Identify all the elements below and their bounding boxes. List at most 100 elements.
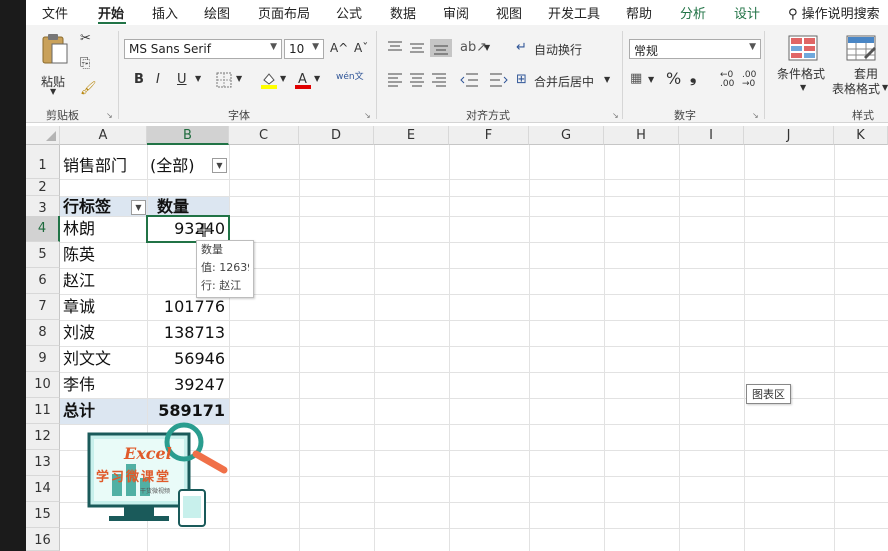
column-header-f[interactable]: F	[449, 126, 529, 145]
pivot-filter-value[interactable]: (全部)	[150, 153, 195, 178]
tab-analyze[interactable]: 分析	[680, 3, 706, 22]
row-label-cell[interactable]: 赵江	[63, 268, 95, 293]
tab-page-layout[interactable]: 页面布局	[258, 3, 310, 22]
worksheet-grid[interactable]: A B C D E F G H I J K 1 2 3 4 5 6 7 8 9 …	[26, 126, 888, 551]
column-header-b[interactable]: B	[147, 126, 229, 145]
row-header-16[interactable]: 16	[26, 528, 60, 551]
chevron-down-icon[interactable]: ▼	[236, 74, 242, 83]
select-all-corner[interactable]	[26, 126, 60, 145]
conditional-formatting-button[interactable]: 条件格式 ▼	[774, 35, 834, 99]
format-painter-icon[interactable]: 🖌	[80, 81, 97, 97]
chart-area-label[interactable]: 图表区	[746, 384, 791, 404]
filter-dropdown-icon[interactable]: ▼	[212, 158, 227, 173]
tab-developer[interactable]: 开发工具	[548, 3, 600, 22]
tab-data[interactable]: 数据	[390, 3, 416, 22]
tab-insert[interactable]: 插入	[152, 3, 178, 22]
tab-help[interactable]: 帮助	[626, 3, 652, 22]
indent-buttons[interactable]	[460, 72, 510, 88]
tab-formulas[interactable]: 公式	[336, 3, 362, 22]
column-header-e[interactable]: E	[374, 126, 449, 145]
row-label-cell[interactable]: 李伟	[63, 372, 95, 397]
row-label-cell[interactable]: 章诚	[63, 294, 95, 319]
dialog-launcher-icon[interactable]: ↘	[612, 111, 619, 120]
underline-button[interactable]: U	[177, 72, 187, 87]
column-header-a[interactable]: A	[60, 126, 147, 145]
tell-me-search[interactable]: ⚲ 操作说明搜索	[788, 3, 880, 22]
row-header-4[interactable]: 4	[26, 216, 60, 242]
copy-icon[interactable]: ⎘	[80, 56, 90, 72]
chevron-down-icon: ▼	[749, 42, 756, 52]
dialog-launcher-icon[interactable]: ↘	[752, 111, 759, 120]
pivot-filter-label[interactable]: 销售部门	[63, 153, 127, 178]
wrap-text-icon: ↵	[516, 40, 527, 55]
column-header-k[interactable]: K	[834, 126, 888, 145]
accounting-format-icon[interactable]: ▦	[630, 71, 642, 87]
row-header-14[interactable]: 14	[26, 476, 60, 502]
grid-line	[299, 145, 300, 551]
row-header-11[interactable]: 11	[26, 398, 60, 424]
excel-course-logo: Excel 学习微课堂 干货微视频	[84, 416, 234, 528]
row-header-5[interactable]: 5	[26, 242, 60, 268]
bold-button[interactable]: B	[134, 72, 144, 87]
row-header-6[interactable]: 6	[26, 268, 60, 294]
font-size-select[interactable]: 10 ▼	[284, 39, 324, 59]
chevron-down-icon[interactable]: ▼	[280, 74, 286, 83]
row-header-13[interactable]: 13	[26, 450, 60, 476]
tab-home[interactable]: 开始	[98, 3, 124, 22]
tab-draw[interactable]: 绘图	[204, 3, 230, 22]
borders-icon[interactable]	[216, 72, 232, 88]
decrease-decimal-button[interactable]: .00 →0	[742, 71, 756, 89]
row-header-15[interactable]: 15	[26, 502, 60, 528]
shrink-font-button[interactable]: Aˇ	[354, 41, 368, 55]
column-header-d[interactable]: D	[299, 126, 374, 145]
tab-design[interactable]: 设计	[734, 3, 760, 22]
row-header-1[interactable]: 1	[26, 153, 60, 179]
grow-font-button[interactable]: A^	[330, 41, 348, 55]
font-name-select[interactable]: MS Sans Serif ▼	[124, 39, 282, 59]
chevron-down-icon[interactable]: ▼	[604, 75, 610, 84]
chevron-down-icon[interactable]: ▼	[484, 43, 490, 52]
merge-center-button[interactable]: 合并后居中	[534, 73, 594, 90]
column-header-c[interactable]: C	[229, 126, 299, 145]
phonetic-guide-button[interactable]: wén文	[336, 69, 364, 82]
column-header-j[interactable]: J	[744, 126, 834, 145]
increase-decimal-button[interactable]: ←0.00	[720, 71, 734, 89]
column-header-i[interactable]: I	[679, 126, 744, 145]
wrap-text-button[interactable]: 自动换行	[534, 41, 582, 58]
percent-button[interactable]: %	[666, 69, 681, 88]
row-header-2[interactable]: 2	[26, 179, 60, 196]
value-cell[interactable]: 56946	[147, 346, 229, 371]
dialog-launcher-icon[interactable]: ↘	[106, 111, 113, 120]
row-header-8[interactable]: 8	[26, 320, 60, 346]
row-header-7[interactable]: 7	[26, 294, 60, 320]
italic-button[interactable]: I	[156, 72, 160, 87]
tab-view[interactable]: 视图	[496, 3, 522, 22]
tab-file[interactable]: 文件	[42, 3, 68, 22]
dialog-launcher-icon[interactable]: ↘	[364, 111, 371, 120]
value-cell[interactable]: 138713	[147, 320, 229, 345]
column-header-h[interactable]: H	[604, 126, 679, 145]
chevron-down-icon[interactable]: ▼	[195, 74, 201, 83]
paste-button[interactable]: 粘贴 ▼	[38, 33, 72, 96]
row-header-10[interactable]: 10	[26, 372, 60, 398]
row-label-cell[interactable]: 刘波	[63, 320, 95, 345]
row-label-cell[interactable]: 刘文文	[63, 346, 111, 371]
cut-icon[interactable]: ✂	[80, 31, 91, 47]
format-as-table-button[interactable]: 套用 表格格式 ▼	[832, 35, 888, 99]
row-header-9[interactable]: 9	[26, 346, 60, 372]
tab-review[interactable]: 审阅	[443, 3, 469, 22]
row-header-12[interactable]: 12	[26, 424, 60, 450]
column-header-g[interactable]: G	[529, 126, 604, 145]
number-format-select[interactable]: 常规 ▼	[629, 39, 761, 59]
value-tooltip: 数量 值: 126398 行: 赵江	[196, 240, 254, 298]
vertical-align-buttons[interactable]	[386, 39, 454, 57]
row-labels-filter-icon[interactable]: ▼	[131, 200, 146, 215]
value-cell[interactable]: 39247	[147, 372, 229, 397]
row-label-cell[interactable]: 陈英	[63, 242, 95, 267]
chevron-down-icon[interactable]: ▼	[314, 74, 320, 83]
comma-style-button[interactable]: ❟	[690, 67, 696, 87]
fill-color-icon[interactable]	[260, 70, 278, 90]
chevron-down-icon[interactable]: ▼	[648, 75, 654, 84]
font-color-icon[interactable]: A	[294, 70, 312, 90]
row-label-cell[interactable]: 林朗	[63, 216, 95, 241]
